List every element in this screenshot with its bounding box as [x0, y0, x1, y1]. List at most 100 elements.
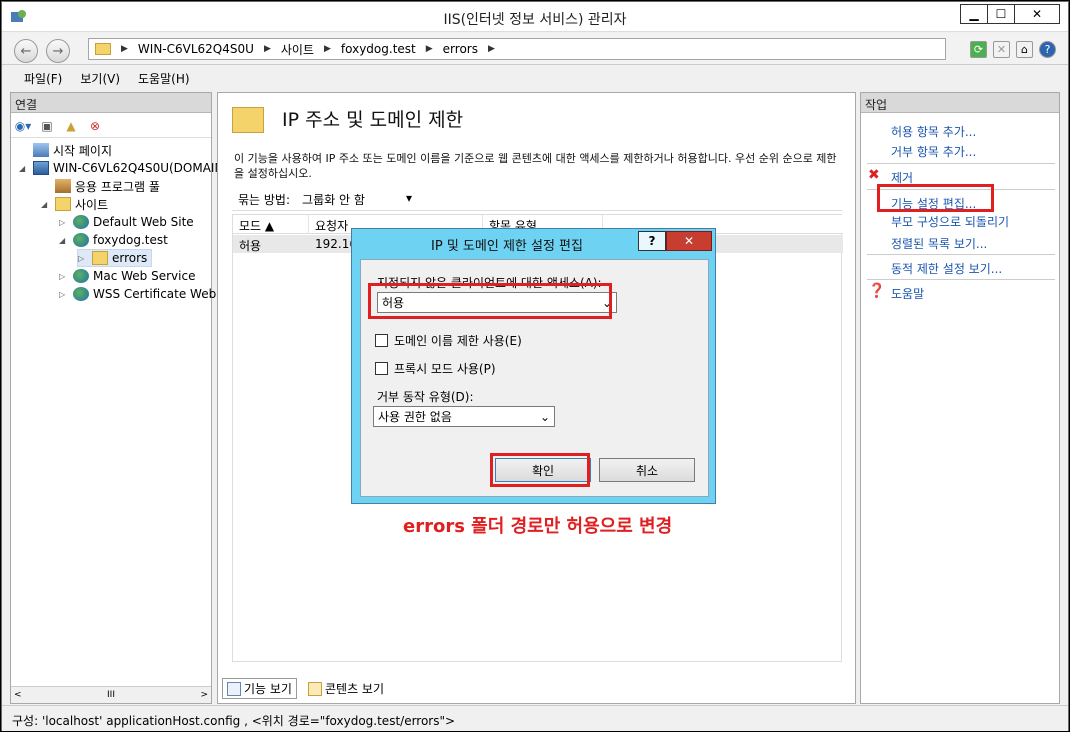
breadcrumb-folder[interactable]: errors [443, 42, 478, 56]
action-add-deny[interactable]: 거부 항목 추가... [891, 143, 976, 160]
tree-node-app-pools[interactable]: 응용 프로그램 풀 [41, 177, 160, 195]
group-by-select[interactable]: 그룹화 안 함 ▾ [302, 191, 412, 208]
checkbox-box[interactable] [375, 362, 388, 375]
status-bar: 구성: 'localhost' applicationHost.config ,… [2, 705, 1068, 731]
globe-icon [73, 287, 89, 301]
tree-label: foxydog.test [93, 233, 168, 247]
menu-help[interactable]: 도움말(H) [138, 70, 190, 87]
action-help[interactable]: 도움말 [891, 285, 924, 302]
back-arrow-icon: ← [20, 43, 32, 59]
tree-node-foxydog[interactable]: ◢ foxydog.test [59, 231, 168, 249]
minimize-button[interactable]: ▁ [960, 4, 988, 24]
column-header-mode[interactable]: 모드 ▲ [233, 215, 309, 233]
window-title: IIS(인터넷 정보 서비스) 관리자 [443, 12, 627, 28]
domain-restriction-checkbox[interactable]: 도메인 이름 제한 사용(E) [375, 332, 522, 349]
maximize-button[interactable]: ☐ [987, 4, 1015, 24]
save-icon[interactable]: ▣ [39, 118, 55, 134]
up-folder-icon[interactable]: ▲ [63, 118, 79, 134]
features-view-icon [227, 681, 241, 696]
scroll-right-icon[interactable]: > [200, 690, 208, 700]
tree-node-start-page[interactable]: 시작 페이지 [19, 141, 112, 159]
deny-action-select[interactable]: 사용 권한 없음 ⌄ [373, 406, 555, 427]
close-button[interactable]: ✕ [1014, 4, 1060, 24]
tree-node-default-web-site[interactable]: ▷ Default Web Site [59, 213, 194, 231]
tree-label: errors [112, 251, 148, 265]
breadcrumb[interactable]: ▶ WIN-C6VL62Q4S0U ▶ 사이트 ▶ foxydog.test ▶… [88, 38, 946, 60]
scroll-thumb[interactable]: III [107, 690, 115, 700]
actions-header: 작업 [861, 93, 1059, 113]
group-by-value: 그룹화 안 함 [302, 193, 365, 207]
app-pool-icon [55, 179, 71, 193]
action-view-ordered-list[interactable]: 정렬된 목록 보기... [891, 235, 987, 252]
highlight-box-ok [490, 453, 590, 487]
home-icon[interactable]: ⌂ [1016, 41, 1033, 58]
breadcrumb-site[interactable]: foxydog.test [341, 42, 416, 56]
tree-label: Default Web Site [93, 215, 194, 229]
action-revert-to-parent[interactable]: 부모 구성으로 되돌리기 [891, 213, 1009, 230]
annotation-caption: errors 폴더 경로만 허용으로 변경 [403, 516, 673, 537]
title-bar: IIS(인터넷 정보 서비스) 관리자 ▁ ☐ ✕ [2, 2, 1068, 32]
address-toolbar: ← → ▶ WIN-C6VL62Q4S0U ▶ 사이트 ▶ foxydog.te… [2, 33, 1068, 65]
dropdown-arrow-icon: ▾ [406, 191, 413, 205]
tab-features-view[interactable]: 기능 보기 [222, 678, 297, 699]
deny-action-label: 거부 동작 유형(D): [377, 390, 474, 404]
server-icon [33, 161, 49, 175]
expand-icon[interactable]: ▷ [78, 254, 88, 263]
tree-label: 사이트 [75, 197, 109, 212]
stop-icon[interactable]: ✕ [993, 41, 1010, 58]
status-text: 구성: 'localhost' applicationHost.config ,… [12, 714, 456, 728]
action-add-allow[interactable]: 허용 항목 추가... [891, 123, 976, 140]
tree-label: WSS Certificate Web S [93, 287, 228, 301]
dropdown-arrow-icon: ⌄ [539, 409, 550, 424]
cancel-button[interactable]: 취소 [599, 458, 695, 482]
tree-node-server[interactable]: ◢ WIN-C6VL62Q4S0U(DOMAIN [19, 159, 223, 177]
breadcrumb-arrow-icon: ▶ [263, 44, 271, 54]
home-icon [33, 143, 49, 157]
dialog-title: IP 및 도메인 제한 설정 편집 [431, 239, 583, 254]
tree-node-sites[interactable]: ◢ 사이트 [41, 195, 108, 213]
refresh-icon[interactable]: ⟳ [970, 41, 987, 58]
checkbox-label: 프록시 모드 사용(P) [394, 362, 496, 376]
tree-node-wss-certificate[interactable]: ▷ WSS Certificate Web S [59, 285, 228, 303]
globe-icon [73, 233, 89, 247]
globe-icon [73, 215, 89, 229]
tab-label: 기능 보기 [244, 682, 292, 696]
tree-node-mac-web-service[interactable]: ▷ Mac Web Service [59, 267, 195, 285]
breadcrumb-arrow-icon: ▶ [487, 44, 495, 54]
action-dynamic-restriction[interactable]: 동적 제한 설정 보기... [891, 260, 1002, 277]
checkbox-box[interactable] [375, 334, 388, 347]
horizontal-scrollbar[interactable]: < III > [11, 686, 211, 703]
breadcrumb-arrow-icon: ▶ [425, 44, 433, 54]
breadcrumb-arrow-icon: ▶ [323, 44, 331, 54]
forward-arrow-icon: → [52, 43, 64, 59]
collapse-icon[interactable]: ◢ [59, 236, 69, 245]
breadcrumb-server[interactable]: WIN-C6VL62Q4S0U [138, 42, 254, 56]
collapse-icon[interactable]: ◢ [19, 164, 29, 173]
tab-content-view[interactable]: 콘텐츠 보기 [303, 678, 389, 699]
dialog-help-button[interactable]: ? [638, 231, 666, 251]
deny-action-value: 사용 권한 없음 [378, 410, 452, 424]
menu-file[interactable]: 파일(F) [24, 70, 62, 87]
tab-label: 콘텐츠 보기 [324, 682, 384, 696]
dialog-close-button[interactable]: ✕ [666, 231, 712, 251]
expand-icon[interactable]: ▷ [59, 272, 69, 281]
proxy-mode-checkbox[interactable]: 프록시 모드 사용(P) [375, 360, 496, 377]
tree-label: WIN-C6VL62Q4S0U(DOMAIN [53, 161, 224, 175]
back-button[interactable]: ← [14, 39, 38, 63]
tree-node-errors[interactable]: ▷ errors [77, 249, 153, 267]
feature-description: 이 기능을 사용하여 IP 주소 또는 도메인 이름을 기준으로 웹 콘텐츠에 … [234, 152, 837, 180]
connect-icon[interactable]: ◉▾ [15, 118, 32, 134]
disconnect-icon[interactable]: ⊗ [87, 118, 103, 134]
collapse-icon[interactable]: ◢ [41, 200, 51, 209]
row-mode: 허용 [239, 239, 262, 253]
folder-icon [95, 43, 111, 55]
breadcrumb-arrow-icon: ▶ [121, 44, 128, 54]
scroll-left-icon[interactable]: < [14, 690, 22, 700]
expand-icon[interactable]: ▷ [59, 218, 69, 227]
tree-label: 응용 프로그램 풀 [75, 179, 160, 194]
help-icon[interactable]: ? [1039, 41, 1056, 58]
menu-view[interactable]: 보기(V) [80, 70, 120, 87]
forward-button[interactable]: → [46, 39, 70, 63]
breadcrumb-sites[interactable]: 사이트 [281, 41, 314, 58]
expand-icon[interactable]: ▷ [59, 290, 69, 299]
